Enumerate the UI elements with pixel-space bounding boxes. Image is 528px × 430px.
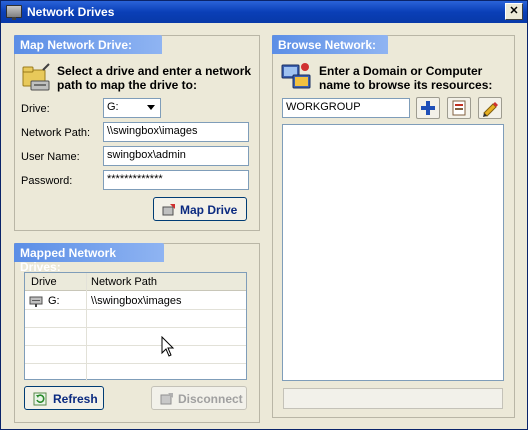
title-bar[interactable]: Network Drives ✕ [1,1,527,23]
table-row[interactable]: G: \\swingbox\images [25,292,246,309]
drive-select[interactable]: G: [103,98,161,118]
row-divider [25,327,246,328]
column-header-drive[interactable]: Drive [31,276,57,288]
add-icon [421,101,435,115]
browse-status-bar [283,388,503,409]
network-drive-icon [6,5,22,20]
disconnect-button-label: Disconnect [178,392,243,406]
network-path-label: Network Path: [21,127,91,139]
network-path-input[interactable]: \\swingbox\images [103,122,249,142]
close-button[interactable]: ✕ [505,3,523,20]
network-drives-window: Network Drives ✕ Map Network Drive: Sele… [0,0,528,430]
refresh-icon [33,392,47,406]
map-drive-header: Map Network Drive: [14,35,162,54]
network-drive-icon [29,296,43,307]
add-button[interactable] [416,97,440,119]
refresh-button-label: Refresh [53,392,98,406]
network-browse-tree[interactable] [282,124,504,381]
refresh-button[interactable]: Refresh [24,386,104,410]
browse-network-header: Browse Network: [272,35,388,54]
pencil-icon [483,102,498,117]
row-divider [25,363,246,364]
map-drive-description-line-1: Select a drive and enter a network [57,64,252,78]
folder-network-icon [22,63,50,91]
user-name-input[interactable]: swingbox\admin [103,146,249,166]
user-name-label: User Name: [21,151,80,163]
browse-network-icon [281,63,311,89]
row-drive: G: [48,295,60,307]
column-header-network-path[interactable]: Network Path [91,276,157,288]
chevron-down-icon [147,105,155,110]
map-drive-description: Select a drive and enter a network path … [57,64,257,92]
browse-network-description-line-1: Enter a Domain or Computer [319,64,483,78]
domain-input[interactable]: WORKGROUP [282,98,410,118]
properties-button[interactable] [447,97,471,119]
map-drive-description-line-2: path to map the drive to: [57,78,198,92]
mapped-drives-header: Mapped Network Drives: [14,243,164,274]
mouse-cursor-icon [161,336,175,357]
properties-icon [452,100,466,116]
password-input[interactable]: ************* [103,170,249,190]
password-label: Password: [21,175,73,187]
disconnect-icon [160,393,173,405]
table-header: Drive Network Path [25,273,246,291]
row-network-path: \\swingbox\images [91,295,182,307]
edit-button[interactable] [478,97,502,119]
disconnect-button[interactable]: Disconnect [151,386,247,410]
mapped-drives-table[interactable]: Drive Network Path G: \\swingbox\images [24,272,247,381]
drive-label: Drive: [21,103,50,115]
map-drive-icon [162,204,175,216]
row-divider [25,345,246,346]
map-drive-button-label: Map Drive [180,203,238,217]
browse-network-description-line-2: name to browse its resources: [319,78,493,92]
row-divider [25,309,246,310]
drive-select-value: G: [107,101,119,113]
window-title: Network Drives [27,5,115,19]
map-drive-button[interactable]: Map Drive [153,197,247,221]
browse-network-description: Enter a Domain or Computer name to brows… [319,64,513,92]
